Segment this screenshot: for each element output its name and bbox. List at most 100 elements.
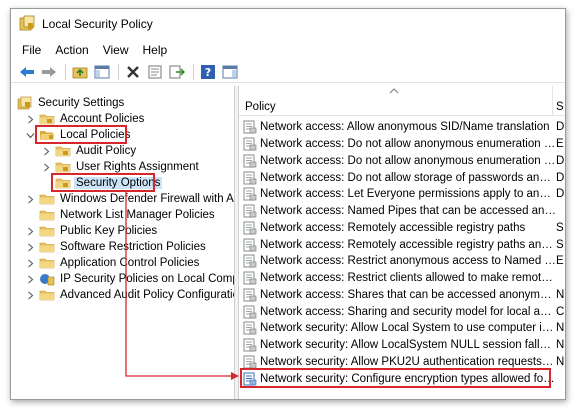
policy-row[interactable]: Network access: Do not allow anonymous e… (243, 153, 565, 170)
tree-item-network-list-manager[interactable]: Network List Manager Policies (25, 207, 217, 223)
menu-bar: File Action View Help (11, 39, 565, 61)
tree-item-user-rights-assignment[interactable]: User Rights Assignment (41, 159, 201, 175)
show-hide-tree-icon[interactable] (92, 63, 112, 81)
policy-icon (243, 154, 257, 168)
policy-name: Network access: Restrict clients allowed… (260, 272, 556, 285)
policy-row[interactable]: Network access: Restrict anonymous acces… (243, 253, 565, 270)
policy-row[interactable]: Network security: Configure encryption t… (243, 370, 565, 387)
menu-help[interactable]: Help (137, 43, 176, 57)
menu-file[interactable]: File (16, 43, 49, 57)
tree-item-label: Application Control Policies (60, 257, 200, 269)
chevron-right-icon[interactable] (25, 241, 35, 253)
folder-icon (55, 176, 71, 190)
chevron-right-icon[interactable] (41, 145, 51, 157)
policy-name: Network access: Let Everyone permissions… (260, 188, 556, 201)
menu-view[interactable]: View (97, 43, 137, 57)
policy-icon (243, 271, 257, 285)
toolbar-separator (65, 63, 66, 80)
folder-icon (39, 208, 55, 222)
tree-item-label: Security Options (74, 177, 163, 189)
column-header-security-setting[interactable]: S (556, 101, 564, 113)
policy-row[interactable]: Network access: Do not allow anonymous e… (243, 136, 565, 153)
tree-item-security-settings[interactable]: Security Settings (17, 95, 126, 111)
chevron-right-icon[interactable] (25, 193, 35, 205)
chevron-right-icon[interactable] (25, 257, 35, 269)
back-icon[interactable] (17, 63, 37, 81)
chevron-right-icon[interactable] (25, 289, 35, 301)
tree-item-ip-security-policies[interactable]: IP Security Policies on Local Compute (25, 271, 234, 287)
policy-name: Network access: Remotely accessible regi… (260, 238, 556, 251)
policy-setting: D (556, 188, 565, 201)
policy-name: Network security: Configure encryption t… (260, 372, 556, 385)
tree-item-label: User Rights Assignment (76, 161, 199, 173)
policy-name: Network access: Restrict anonymous acces… (260, 255, 556, 268)
chevron-right-icon[interactable] (41, 161, 51, 173)
policy-setting: N (556, 322, 565, 335)
policy-name: Network access: Sharing and security mod… (260, 305, 556, 318)
tree-item-audit-policy[interactable]: Audit Policy (41, 143, 138, 159)
policy-row[interactable]: Network access: Remotely accessible regi… (243, 220, 565, 237)
tree-item-account-policies[interactable]: Account Policies (25, 111, 146, 127)
policy-row[interactable]: Network security: Allow Local System to … (243, 320, 565, 337)
policy-icon (243, 288, 257, 302)
policy-row[interactable]: Network access: Shares that can be acces… (243, 287, 565, 304)
sort-ascending-icon (389, 86, 399, 97)
policy-row[interactable]: Network access: Do not allow storage of … (243, 169, 565, 186)
column-divider[interactable] (552, 86, 553, 116)
tree-item-advanced-audit-policy[interactable]: Advanced Audit Policy Configuration (25, 287, 234, 303)
policy-icon (243, 137, 257, 151)
svg-text:?: ? (205, 66, 211, 79)
up-folder-icon[interactable] (70, 63, 90, 81)
policy-row[interactable]: Network access: Sharing and security mod… (243, 303, 565, 320)
policy-row[interactable]: Network access: Allow anonymous SID/Name… (243, 119, 565, 136)
chevron-down-icon[interactable] (25, 129, 35, 141)
policy-setting: N (556, 339, 565, 352)
tree-item-software-restriction[interactable]: Software Restriction Policies (25, 239, 208, 255)
policy-row[interactable]: Network access: Remotely accessible regi… (243, 236, 565, 253)
content-area: Security Settings Account Policies Local P… (11, 86, 565, 399)
policy-name: Network access: Allow anonymous SID/Name… (260, 121, 550, 134)
folder-icon (39, 256, 55, 270)
chevron-right-icon[interactable] (25, 273, 35, 285)
tree-item-public-key-policies[interactable]: Public Key Policies (25, 223, 159, 239)
properties-icon[interactable] (145, 63, 165, 81)
tree-item-label: Account Policies (60, 113, 145, 125)
policy-name: Network access: Do not allow anonymous e… (260, 138, 556, 151)
policy-setting: D (556, 154, 565, 167)
help-icon[interactable]: ? (198, 63, 218, 81)
policy-setting: E (556, 138, 564, 151)
delete-icon[interactable] (123, 63, 143, 81)
policy-name: Network access: Shares that can be acces… (260, 288, 556, 301)
tree-item-application-control[interactable]: Application Control Policies (25, 255, 201, 271)
policy-row[interactable]: Network security: Allow LocalSystem NULL… (243, 337, 565, 354)
folder-icon (39, 288, 55, 302)
policy-list-pane: Policy S Network access: Allow anonymous… (239, 86, 565, 399)
policy-setting: N (556, 288, 565, 301)
folder-open-icon (39, 128, 55, 142)
menu-action[interactable]: Action (49, 43, 96, 57)
export-list-icon[interactable] (167, 63, 187, 81)
tree-item-local-policies[interactable]: Local Policies (25, 127, 132, 143)
forward-icon[interactable] (39, 63, 59, 81)
policy-row[interactable]: Network access: Named Pipes that can be … (243, 203, 565, 220)
chevron-right-icon[interactable] (25, 225, 35, 237)
policy-icon (243, 254, 257, 268)
column-header-policy[interactable]: Policy (245, 101, 276, 113)
tree-item-windows-defender-firewall[interactable]: Windows Defender Firewall with Adva (25, 191, 235, 207)
policy-row[interactable]: Network access: Let Everyone permissions… (243, 186, 565, 203)
policy-icon (243, 372, 257, 386)
policy-name: Network access: Do not allow anonymous e… (260, 154, 556, 167)
policy-setting: D (556, 171, 565, 184)
tree-item-label: Windows Defender Firewall with Adva (60, 193, 235, 205)
chevron-right-icon[interactable] (25, 113, 35, 125)
policy-row[interactable]: Network security: Allow PKU2U authentica… (243, 354, 565, 371)
app-icon (19, 15, 35, 34)
policy-name: Network access: Named Pipes that can be … (260, 205, 556, 218)
action-pane-icon[interactable] (220, 63, 240, 81)
policy-row[interactable]: Network access: Restrict clients allowed… (243, 270, 565, 287)
tree-item-label: Audit Policy (76, 145, 137, 157)
list-header: Policy S (239, 86, 565, 116)
tree-item-label: Network List Manager Policies (60, 209, 215, 221)
folder-icon (55, 144, 71, 158)
tree-item-security-options[interactable]: Security Options (41, 175, 163, 191)
